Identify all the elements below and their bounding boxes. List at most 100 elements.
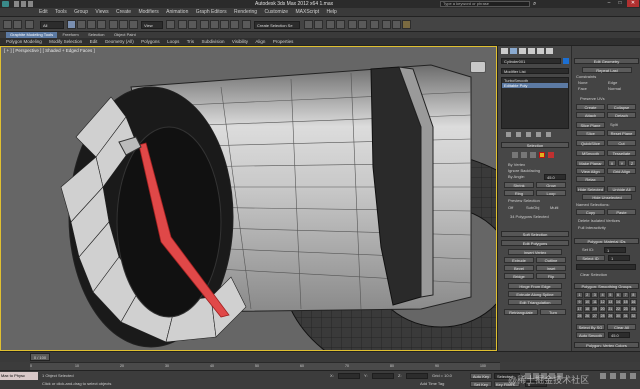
slice-button[interactable]: Slice — [576, 130, 605, 136]
select-object-icon[interactable] — [67, 20, 76, 29]
curve-editor-icon[interactable] — [348, 20, 357, 29]
ribbon-tris[interactable]: Tris — [184, 38, 197, 46]
y-align-button[interactable]: Y — [618, 160, 626, 166]
keyboard-shortcut-icon[interactable] — [188, 20, 197, 29]
by-angle-checkbox[interactable]: By Angle: — [508, 174, 525, 179]
angle-snap-icon[interactable] — [210, 20, 219, 29]
smoothing-group-28-button[interactable]: 28 — [599, 313, 607, 319]
smoothing-group-20-button[interactable]: 20 — [599, 306, 607, 312]
material-name-dropdown[interactable] — [576, 264, 636, 270]
inset-button[interactable]: Inset — [536, 265, 566, 271]
ribbon-edit[interactable]: Edit — [87, 38, 101, 46]
maximize-icon[interactable]: □ — [615, 0, 625, 7]
pan-icon[interactable] — [610, 373, 616, 379]
select-manipulate-icon[interactable] — [178, 20, 187, 29]
ribbon-geometry-all[interactable]: Geometry (All) — [102, 38, 137, 46]
smoothing-group-6-button[interactable]: 6 — [614, 292, 622, 298]
time-slider-thumb[interactable]: 0 / 100 — [30, 353, 50, 361]
render-production-icon[interactable] — [402, 20, 411, 29]
set-id-spinner[interactable]: 1 — [604, 247, 626, 253]
clear-selection-checkbox[interactable]: Clear Selection — [580, 272, 607, 277]
menu-animation[interactable]: Animation — [163, 8, 191, 17]
paste-button[interactable]: Paste — [607, 209, 636, 215]
hide-unselected-button[interactable]: Hide Unselected — [582, 194, 632, 200]
snaps-icon[interactable] — [200, 20, 209, 29]
menu-views[interactable]: Views — [92, 8, 111, 17]
smoothing-group-22-button[interactable]: 22 — [614, 306, 622, 312]
ribbon-modify-selection[interactable]: Modify Selection — [46, 38, 85, 46]
hinge-from-edge-button[interactable]: Hinge From Edge — [508, 283, 562, 289]
smoothing-group-31-button[interactable]: 31 — [622, 313, 630, 319]
preview-subobj-radio[interactable]: SubObj — [526, 205, 539, 210]
tessellate-button[interactable]: Tessellate — [607, 150, 636, 156]
insert-vertex-button[interactable]: Insert Vertex — [508, 249, 562, 255]
smoothing-group-12-button[interactable]: 12 — [599, 299, 607, 305]
modifier-list-dropdown[interactable]: Modifier List — [501, 68, 569, 74]
stack-pin-icon[interactable] — [506, 132, 511, 137]
hide-selected-button[interactable]: Hide Selected — [576, 186, 605, 192]
full-interactivity-checkbox[interactable]: Full Interactivity — [578, 225, 606, 230]
turn-button[interactable]: Turn — [540, 309, 566, 315]
vertex-mode-icon[interactable] — [512, 152, 518, 158]
smoothing-group-4-button[interactable]: 4 — [599, 292, 607, 298]
constraint-none-radio[interactable]: None — [578, 80, 588, 85]
z-align-button[interactable]: Z — [628, 160, 636, 166]
menu-help[interactable]: Help — [324, 8, 340, 17]
menu-graph-editors[interactable]: Graph Editors — [193, 8, 230, 17]
smoothing-group-8-button[interactable]: 8 — [629, 292, 637, 298]
select-id-spinner[interactable]: 1 — [608, 255, 630, 261]
object-color-swatch[interactable] — [563, 58, 569, 64]
smoothing-group-18-button[interactable]: 18 — [583, 306, 591, 312]
msmooth-button[interactable]: MSmooth — [576, 150, 605, 156]
z-coordinate-field[interactable] — [406, 373, 428, 379]
auto-key-button[interactable]: Auto Key — [470, 373, 492, 379]
zoom-icon[interactable] — [600, 373, 606, 379]
search-input[interactable]: Type a keyword or phrase — [440, 1, 530, 7]
constraint-edge-radio[interactable]: Edge — [608, 80, 617, 85]
edit-geometry-rollout-header[interactable]: Edit Geometry — [574, 58, 639, 64]
menu-edit[interactable]: Edit — [36, 8, 51, 17]
rendered-frame-icon[interactable] — [392, 20, 401, 29]
link-icon[interactable] — [25, 20, 34, 29]
by-vertex-checkbox[interactable]: By Vertex — [508, 162, 525, 167]
smoothing-groups-rollout-header[interactable]: Polygon: Smoothing Groups — [574, 283, 639, 289]
spinner-snap-icon[interactable] — [230, 20, 239, 29]
constraint-face-radio[interactable]: Face — [578, 86, 587, 91]
outline-button[interactable]: Outline — [536, 257, 566, 263]
edit-triangulation-button[interactable]: Edit Triangulation — [508, 299, 562, 305]
preview-multi-radio[interactable]: Multi — [550, 205, 558, 210]
split-checkbox[interactable]: Split — [610, 122, 618, 127]
menu-rendering[interactable]: Rendering — [231, 8, 260, 17]
auto-smooth-button[interactable]: Auto Smooth — [576, 332, 605, 338]
move-icon[interactable] — [109, 20, 118, 29]
ignore-backfacing-checkbox[interactable]: Ignore Backfacing — [508, 168, 540, 173]
x-coordinate-field[interactable] — [338, 373, 360, 379]
extrude-along-spline-button[interactable]: Extrude Along Spline — [508, 291, 562, 297]
polygon-mode-icon[interactable] — [539, 152, 545, 158]
cut-button[interactable]: Cut — [607, 140, 636, 146]
y-coordinate-field[interactable] — [372, 373, 394, 379]
add-time-tag-button[interactable]: Add Time Tag — [420, 381, 444, 386]
remove-modifier-icon[interactable] — [536, 132, 541, 137]
ribbon-properties[interactable]: Properties — [270, 38, 297, 46]
layer-manager-icon[interactable] — [326, 20, 335, 29]
window-crossing-icon[interactable] — [97, 20, 106, 29]
smoothing-group-21-button[interactable]: 21 — [606, 306, 614, 312]
smoothing-group-3-button[interactable]: 3 — [591, 292, 599, 298]
smoothing-group-26-button[interactable]: 26 — [583, 313, 591, 319]
quickslice-button[interactable]: QuickSlice — [576, 140, 605, 146]
configure-sets-icon[interactable] — [546, 132, 551, 137]
smoothing-group-9-button[interactable]: 9 — [576, 299, 583, 305]
smoothing-group-32-button[interactable]: 32 — [629, 313, 637, 319]
make-unique-icon[interactable] — [526, 132, 531, 137]
grid-align-button[interactable]: Grid Align — [607, 168, 636, 174]
ribbon-polygon-modeling[interactable]: Polygon Modeling — [3, 38, 45, 46]
minimize-icon[interactable]: – — [604, 0, 614, 7]
smoothing-group-1-button[interactable]: 1 — [576, 292, 583, 298]
smoothing-group-27-button[interactable]: 27 — [591, 313, 599, 319]
smoothing-group-10-button[interactable]: 10 — [583, 299, 591, 305]
render-setup-icon[interactable] — [382, 20, 391, 29]
clear-all-button[interactable]: Clear All — [607, 324, 636, 330]
create-tab-icon[interactable] — [501, 48, 508, 54]
make-planar-button[interactable]: Make Planar — [576, 160, 605, 166]
